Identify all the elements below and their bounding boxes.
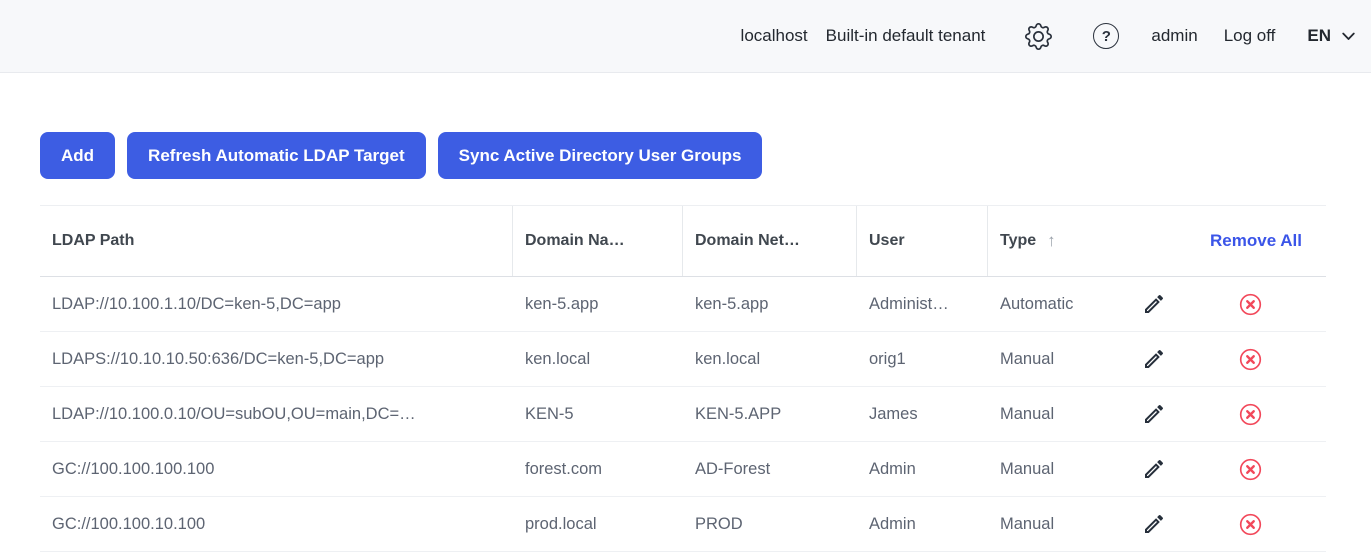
pencil-icon: [1142, 457, 1166, 481]
cell-user: James: [869, 404, 918, 423]
cell-user: Admin: [869, 514, 916, 533]
language-selector[interactable]: EN: [1307, 26, 1357, 46]
cell-type: Manual: [1000, 349, 1055, 368]
sort-ascending-icon: ↑: [1047, 231, 1056, 250]
main-content: Add Refresh Automatic LDAP Target Sync A…: [0, 132, 1371, 552]
cell-domain-netbios: KEN-5.APP: [695, 404, 782, 423]
help-icon: ?: [1093, 23, 1120, 49]
cell-type: Manual: [1000, 459, 1055, 478]
cell-ldap-path: LDAP://10.100.1.10/DC=ken-5,DC=app: [52, 294, 341, 313]
cell-user: Administ…: [869, 294, 949, 313]
cell-ldap-path: LDAPS://10.10.10.50:636/DC=ken-5,DC=app: [52, 349, 385, 368]
table-header-row: LDAP Path Domain Na… Domain Net… User Ty…: [40, 205, 1326, 277]
edit-button[interactable]: [1139, 344, 1169, 374]
cell-domain-name: KEN-5: [525, 404, 574, 423]
column-header-ldap-path[interactable]: LDAP Path: [40, 206, 513, 276]
sync-ad-user-groups-button[interactable]: Sync Active Directory User Groups: [437, 132, 763, 179]
remove-button[interactable]: [1235, 344, 1266, 375]
cell-edit: [1108, 387, 1200, 441]
topbar: localhost Built-in default tenant ? admi…: [0, 0, 1371, 73]
column-header-domain-netbios[interactable]: Domain Net…: [683, 206, 857, 276]
tenant-label[interactable]: Built-in default tenant: [826, 26, 986, 46]
edit-button[interactable]: [1139, 289, 1169, 319]
refresh-automatic-ldap-target-button[interactable]: Refresh Automatic LDAP Target: [127, 132, 426, 179]
pencil-icon: [1142, 292, 1166, 316]
cell-remove: [1200, 497, 1326, 551]
table-row: GC://100.100.10.100 prod.local PROD Admi…: [40, 497, 1326, 552]
edit-button[interactable]: [1139, 454, 1169, 484]
remove-all-link[interactable]: Remove All: [1200, 206, 1326, 276]
remove-button[interactable]: [1235, 454, 1266, 485]
column-header-user[interactable]: User: [857, 206, 988, 276]
cell-remove: [1200, 442, 1326, 496]
cell-remove: [1200, 387, 1326, 441]
remove-button[interactable]: [1235, 399, 1266, 430]
gear-icon: [1024, 22, 1052, 50]
add-button[interactable]: Add: [40, 132, 116, 179]
table-row: LDAP://10.100.0.10/OU=subOU,OU=main,DC=……: [40, 387, 1326, 442]
logoff-link[interactable]: Log off: [1224, 26, 1276, 46]
cell-domain-name: prod.local: [525, 514, 597, 533]
table-row: GC://100.100.100.100 forest.com AD-Fores…: [40, 442, 1326, 497]
action-toolbar: Add Refresh Automatic LDAP Target Sync A…: [40, 132, 1331, 179]
pencil-icon: [1142, 402, 1166, 426]
ldap-targets-table: LDAP Path Domain Na… Domain Net… User Ty…: [40, 205, 1326, 552]
cell-domain-netbios: ken-5.app: [695, 294, 769, 313]
language-label: EN: [1307, 26, 1331, 45]
remove-button[interactable]: [1235, 509, 1266, 540]
settings-button[interactable]: [1023, 21, 1053, 51]
table-row: LDAP://10.100.1.10/DC=ken-5,DC=app ken-5…: [40, 277, 1326, 332]
cell-ldap-path: GC://100.100.100.100: [52, 459, 215, 478]
cell-domain-name: ken-5.app: [525, 294, 599, 313]
cell-type: Automatic: [1000, 294, 1074, 313]
column-header-domain-name[interactable]: Domain Na…: [513, 206, 683, 276]
edit-button[interactable]: [1139, 399, 1169, 429]
cell-edit: [1108, 497, 1200, 551]
cell-domain-netbios: PROD: [695, 514, 743, 533]
username-label[interactable]: admin: [1151, 26, 1197, 46]
table-row: LDAPS://10.10.10.50:636/DC=ken-5,DC=app …: [40, 332, 1326, 387]
column-header-type-label: Type: [1000, 232, 1037, 249]
help-button[interactable]: ?: [1091, 21, 1121, 51]
column-header-type[interactable]: Type ↑: [988, 206, 1108, 276]
column-header-edit-spacer: [1108, 206, 1200, 276]
cell-edit: [1108, 332, 1200, 386]
pencil-icon: [1142, 347, 1166, 371]
cell-domain-name: forest.com: [525, 459, 603, 478]
cell-user: orig1: [869, 349, 906, 368]
cell-user: Admin: [869, 459, 916, 478]
remove-circle-icon: [1238, 347, 1263, 372]
pencil-icon: [1142, 512, 1166, 536]
chevron-down-icon: [1340, 28, 1357, 45]
cell-remove: [1200, 332, 1326, 386]
hostname-label[interactable]: localhost: [741, 26, 808, 46]
cell-ldap-path: GC://100.100.10.100: [52, 514, 206, 533]
cell-type: Manual: [1000, 514, 1055, 533]
remove-button[interactable]: [1235, 289, 1266, 320]
cell-ldap-path: LDAP://10.100.0.10/OU=subOU,OU=main,DC=…: [52, 404, 416, 423]
cell-edit: [1108, 442, 1200, 496]
remove-circle-icon: [1238, 402, 1263, 427]
cell-domain-netbios: AD-Forest: [695, 459, 771, 478]
remove-circle-icon: [1238, 457, 1263, 482]
cell-type: Manual: [1000, 404, 1055, 423]
cell-domain-name: ken.local: [525, 349, 591, 368]
remove-circle-icon: [1238, 292, 1263, 317]
cell-domain-netbios: ken.local: [695, 349, 761, 368]
cell-remove: [1200, 277, 1326, 331]
cell-edit: [1108, 277, 1200, 331]
remove-circle-icon: [1238, 512, 1263, 537]
table-body: LDAP://10.100.1.10/DC=ken-5,DC=app ken-5…: [40, 277, 1326, 552]
edit-button[interactable]: [1139, 509, 1169, 539]
